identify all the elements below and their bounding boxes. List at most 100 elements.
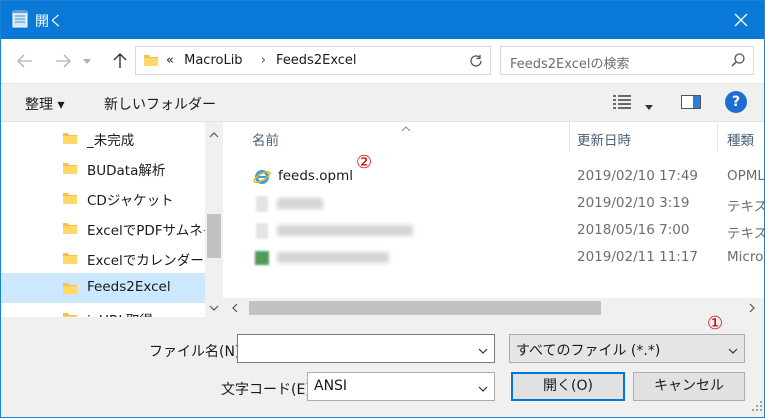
navigation-bar: « MacroLib › Feeds2Excel Feeds2Excelの検索 xyxy=(1,39,764,83)
column-header-date[interactable]: 更新日時 xyxy=(577,129,631,149)
scrollbar-thumb[interactable] xyxy=(207,214,221,258)
refresh-button[interactable] xyxy=(462,46,491,75)
chevron-down-icon xyxy=(83,58,91,64)
file-date: 2019/02/10 3:19 xyxy=(577,195,690,211)
back-button[interactable] xyxy=(13,49,37,73)
filename-combobox[interactable] xyxy=(237,334,495,363)
tree-item-label: _未完成 xyxy=(87,133,135,149)
column-headers: 名前 更新日時 種類 xyxy=(223,122,764,152)
close-button[interactable] xyxy=(718,1,764,39)
search-input[interactable]: Feeds2Excelの検索 xyxy=(500,46,754,75)
view-options-chevron-icon[interactable] xyxy=(645,99,653,114)
redacted-file-name xyxy=(277,252,389,263)
filetype-select[interactable]: すべてのファイル (*.*) xyxy=(509,334,745,363)
preview-pane-icon[interactable] xyxy=(681,95,701,113)
file-row[interactable]: 2019/02/10 3:19 テキスト xyxy=(223,190,764,217)
file-row[interactable]: feeds.opml 2019/02/10 17:49 OPML xyxy=(223,163,764,190)
tree-item[interactable]: ieURL取得 xyxy=(1,303,205,317)
encoding-select[interactable]: ANSI xyxy=(307,372,495,401)
organize-button[interactable]: 整理 ▾ xyxy=(25,94,64,114)
scroll-left-icon[interactable] xyxy=(232,302,238,317)
folder-icon xyxy=(63,131,77,149)
folder-icon xyxy=(63,161,77,179)
cancel-button[interactable]: キャンセル xyxy=(633,372,745,401)
resize-grip-icon[interactable] xyxy=(752,400,762,415)
navigation-pane: _未完成 BUData解析 CDジャケット ExcelでPDFサムネイ Exce… xyxy=(1,121,223,317)
dialog-footer: ① ファイル名(N): すべてのファイル (*.*) 文字コード(E): ANS… xyxy=(1,313,764,417)
tree-scrollbar[interactable] xyxy=(205,122,223,317)
list-horizontal-scrollbar[interactable] xyxy=(223,298,764,317)
tree-item[interactable]: CDジャケット xyxy=(1,183,205,213)
breadcrumb-separator-icon[interactable]: › xyxy=(261,53,266,68)
command-bar: 整理 ▾ 新しいフォルダー ? xyxy=(1,83,764,121)
folder-icon xyxy=(63,251,77,269)
encoding-label: 文字コード(E): xyxy=(221,382,316,398)
tree-item[interactable]: Excelでカレンダー xyxy=(1,243,205,273)
filename-label: ファイル名(N): xyxy=(149,344,246,360)
scroll-down-icon[interactable] xyxy=(209,300,219,315)
ie-file-icon xyxy=(253,168,271,186)
tree-item-label: Excelでカレンダー xyxy=(87,253,204,269)
window-title: 開く xyxy=(35,14,63,30)
file-type: Micro xyxy=(727,249,764,265)
up-button[interactable] xyxy=(108,49,132,73)
redacted-file-name xyxy=(277,225,413,236)
recent-dropdown-button[interactable] xyxy=(80,49,94,73)
column-header-type[interactable]: 種類 xyxy=(727,129,754,149)
chevron-down-icon[interactable] xyxy=(478,343,488,358)
breadcrumb-item-feeds2excel[interactable]: Feeds2Excel xyxy=(276,53,357,68)
annotation-marker-1: ① xyxy=(707,313,724,334)
text-file-icon xyxy=(253,222,271,240)
address-bar[interactable]: « MacroLib › Feeds2Excel xyxy=(135,46,576,75)
file-row[interactable]: 2018/05/16 7:00 テキスト xyxy=(223,217,764,244)
file-type: テキスト xyxy=(727,199,764,215)
view-details-icon[interactable] xyxy=(613,95,631,113)
tree-item[interactable]: _未完成 xyxy=(1,123,205,153)
tree-item-label: ExcelでPDFサムネイ xyxy=(87,223,217,239)
tree-item-selected[interactable]: Feeds2Excel xyxy=(1,273,205,303)
new-folder-button[interactable]: 新しいフォルダー xyxy=(104,94,216,114)
search-placeholder: Feeds2Excelの検索 xyxy=(510,57,630,72)
breadcrumb: « MacroLib › Feeds2Excel xyxy=(166,53,363,68)
scroll-right-icon[interactable] xyxy=(749,302,755,317)
open-file-dialog: 開く « MacroLib › Feeds2Excel Feeds2Excelの… xyxy=(0,0,765,418)
column-divider[interactable] xyxy=(717,122,718,152)
chevron-down-icon xyxy=(728,343,738,358)
tree-item[interactable]: BUData解析 xyxy=(1,153,205,183)
breadcrumb-overflow[interactable]: « xyxy=(166,53,174,68)
sort-ascending-icon xyxy=(401,122,411,136)
scroll-up-icon[interactable] xyxy=(209,127,219,142)
chevron-down-icon xyxy=(478,381,488,396)
file-type: テキスト xyxy=(727,226,764,242)
filetype-value: すべてのファイル (*.*) xyxy=(516,343,661,359)
tree-item[interactable]: ExcelでPDFサムネイ xyxy=(1,213,216,243)
file-row[interactable]: 2019/02/11 11:17 Micro xyxy=(223,244,764,271)
text-file-icon xyxy=(253,195,271,213)
file-date: 2019/02/11 11:17 xyxy=(577,249,699,265)
refresh-icon xyxy=(470,54,482,67)
search-icon xyxy=(731,53,745,71)
tree-item-label: BUData解析 xyxy=(87,163,166,179)
notepad-icon xyxy=(12,10,28,28)
column-divider[interactable] xyxy=(569,122,570,152)
scrollbar-thumb[interactable] xyxy=(249,301,601,315)
column-header-name[interactable]: 名前 xyxy=(252,129,279,149)
tree-item-label: Feeds2Excel xyxy=(87,279,171,295)
folder-icon xyxy=(144,53,158,71)
excel-file-icon xyxy=(253,249,271,267)
folder-icon xyxy=(63,281,77,299)
redacted-file-name xyxy=(277,198,323,209)
title-bar: 開く xyxy=(1,1,764,39)
breadcrumb-item-macrolib[interactable]: MacroLib xyxy=(184,53,242,68)
arrow-up-icon xyxy=(113,53,127,68)
close-icon xyxy=(734,13,748,27)
arrow-left-icon xyxy=(17,54,32,68)
forward-button[interactable] xyxy=(51,49,75,73)
open-button[interactable]: 開く(O) xyxy=(511,372,625,401)
arrow-right-icon xyxy=(56,54,71,68)
file-date: 2018/05/16 7:00 xyxy=(577,222,690,238)
file-list: 名前 更新日時 種類 ② feeds.opml 2019/02/10 17:49… xyxy=(223,121,764,317)
help-button[interactable]: ? xyxy=(725,91,747,113)
tree-item-label: CDジャケット xyxy=(87,193,174,209)
file-type: OPML xyxy=(727,168,764,184)
